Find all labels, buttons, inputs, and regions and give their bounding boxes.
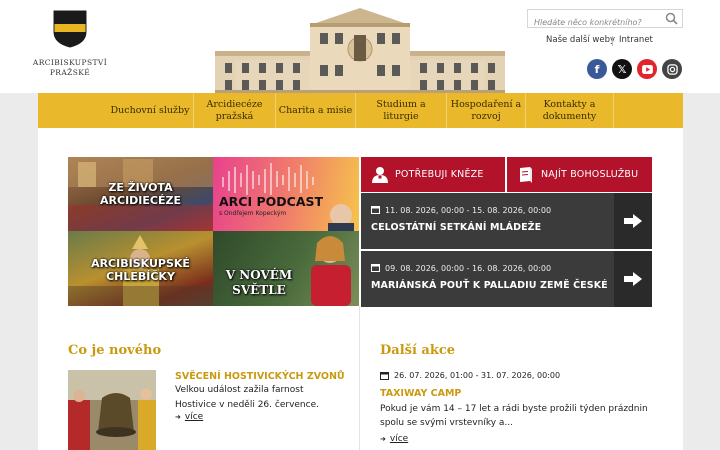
need-priest-button[interactable]: POTŘEBUJI KNĚZE — [361, 157, 505, 192]
podcast-subtitle: s Ondřejem Kopeckým — [219, 210, 287, 217]
tile-arci-podcast[interactable]: ARCI PODCAST s Ondřejem Kopeckým — [213, 157, 359, 231]
org-name-line2: PRAŽSKÉ — [49, 68, 91, 77]
nav-item-studies[interactable]: Studium a liturgie — [356, 93, 446, 128]
event-arrow-button[interactable] — [614, 193, 652, 249]
coat-of-arms-logo[interactable] — [53, 10, 87, 48]
event-more-link[interactable]: více — [380, 434, 408, 444]
search-input[interactable] — [528, 14, 660, 31]
youtube-play-glyph — [641, 64, 653, 74]
calendar-icon — [371, 264, 380, 272]
nav-label: pražská — [215, 110, 254, 122]
main-navigation: Duchovní služby Arcidiecéze pražská Chari… — [38, 93, 683, 128]
nav-label: Arcidiecéze — [206, 98, 263, 110]
nav-label: liturgie — [383, 110, 419, 122]
intranet-link[interactable]: Intranet — [612, 35, 653, 46]
book-icon — [520, 166, 532, 183]
tile-title-line: SVĚTLE — [232, 283, 286, 297]
palace-illustration — [215, 8, 505, 93]
x-icon[interactable]: 𝕏 — [612, 59, 632, 79]
tile-archbishop-canapes[interactable]: ARCIBISKUPSKÉ CHLEBÍČKY — [68, 231, 213, 306]
nav-label: Duchovní služby — [110, 104, 190, 116]
person-icon — [372, 166, 388, 183]
site-header: ARCIBISKUPSTVÍ PRAŽSKÉ Hledáte něco konk… — [0, 0, 720, 93]
nav-label: Kontakty a — [543, 98, 596, 110]
youtube-icon[interactable] — [637, 59, 657, 79]
news-thumbnail[interactable] — [68, 370, 156, 450]
nav-label: Hospodaření a — [450, 98, 522, 110]
arrow-right-icon — [624, 272, 642, 286]
nav-label: dokumenty — [542, 110, 597, 122]
calendar-icon — [371, 206, 380, 214]
nav-label: Studium a — [376, 98, 426, 110]
news-excerpt: Velkou událost zažila farnost Hostivice … — [175, 385, 319, 410]
tile-title: ZE ŽIVOTA ARCIDIECÉZE — [68, 181, 213, 207]
column-divider — [359, 306, 360, 450]
tile-title: ARCIBISKUPSKÉ CHLEBÍČKY — [68, 257, 213, 283]
news-section-title[interactable]: Co je nového — [68, 343, 161, 358]
org-name-line1: ARCIBISKUPSTVÍ — [32, 58, 108, 67]
nav-divider — [613, 93, 614, 128]
nav-item-charity[interactable]: Charita a misie — [276, 93, 355, 128]
nav-item-economy[interactable]: Hospodaření a rozvoj — [447, 93, 525, 128]
tile-in-new-light[interactable]: V NOVÉM SVĚTLE — [213, 231, 359, 306]
tile-title-line: ZE ŽIVOTA — [108, 181, 173, 194]
tile-title-line: ARCIBISKUPSKÉ — [91, 257, 190, 270]
event-date: 11. 08. 2026, 00:00 - 15. 08. 2026, 00:0… — [385, 206, 552, 215]
featured-event[interactable]: 11. 08. 2026, 00:00 - 15. 08. 2026, 00:0… — [361, 193, 652, 249]
instagram-icon[interactable] — [662, 59, 682, 79]
event-date: 26. 07. 2026, 01:00 - 31. 07. 2026, 00:0… — [394, 371, 561, 380]
search-box[interactable] — [527, 9, 683, 31]
instagram-glyph — [666, 63, 678, 75]
tile-title-line: V NOVÉM — [225, 268, 293, 282]
need-priest-label: POTŘEBUJI KNĚZE — [395, 169, 484, 180]
nav-item-contacts[interactable]: Kontakty a dokumenty — [526, 93, 613, 128]
bell-consecration-photo — [68, 370, 156, 450]
event-name: CELOSTÁTNÍ SETKÁNÍ MLÁDEŽE — [371, 222, 542, 233]
event-excerpt: Pokud je vám 14 – 17 let a rádi byste pr… — [380, 404, 648, 428]
tile-title-line: ARCIDIECÉZE — [100, 194, 181, 207]
event-name: MARIÁNSKÁ POUŤ K PALLADIU ZEMĚ ČESKÉ — [371, 280, 608, 291]
event-headline[interactable]: TAXIWAY CAMP — [380, 388, 461, 399]
other-websites-link[interactable]: Naše další weby — [546, 35, 615, 45]
event-date: 09. 08. 2026, 00:00 - 16. 08. 2026, 00:0… — [385, 264, 552, 273]
events-section-title[interactable]: Další akce — [380, 343, 455, 358]
event-arrow-button[interactable] — [614, 251, 652, 307]
nav-item-spiritual-services[interactable]: Duchovní služby — [108, 93, 192, 128]
arrow-right-icon — [624, 214, 642, 228]
nav-item-archdiocese[interactable]: Arcidiecéze pražská — [194, 93, 275, 128]
calendar-icon — [380, 372, 389, 380]
nav-label: rozvoj — [471, 110, 501, 122]
news-more-link[interactable]: více — [175, 412, 203, 422]
facebook-icon[interactable]: f — [587, 59, 607, 79]
tile-title-line: CHLEBÍČKY — [106, 270, 175, 283]
search-icon[interactable] — [665, 12, 678, 25]
nav-label: Charita a misie — [278, 104, 353, 116]
podcast-title: ARCI PODCAST — [219, 194, 324, 209]
org-name[interactable]: ARCIBISKUPSTVÍ PRAŽSKÉ — [20, 58, 120, 78]
find-mass-button[interactable]: NAJÍT BOHOSLUŽBU — [507, 157, 652, 192]
featured-event[interactable]: 09. 08. 2026, 00:00 - 16. 08. 2026, 00:0… — [361, 251, 652, 307]
find-mass-label: NAJÍT BOHOSLUŽBU — [541, 169, 639, 180]
tile-title: V NOVÉM SVĚTLE — [213, 268, 359, 298]
news-headline[interactable]: SVĚCENÍ HOSTIVICKÝCH ZVONŮ — [175, 371, 345, 382]
tile-life-of-archdiocese[interactable]: ZE ŽIVOTA ARCIDIECÉZE — [68, 157, 213, 231]
